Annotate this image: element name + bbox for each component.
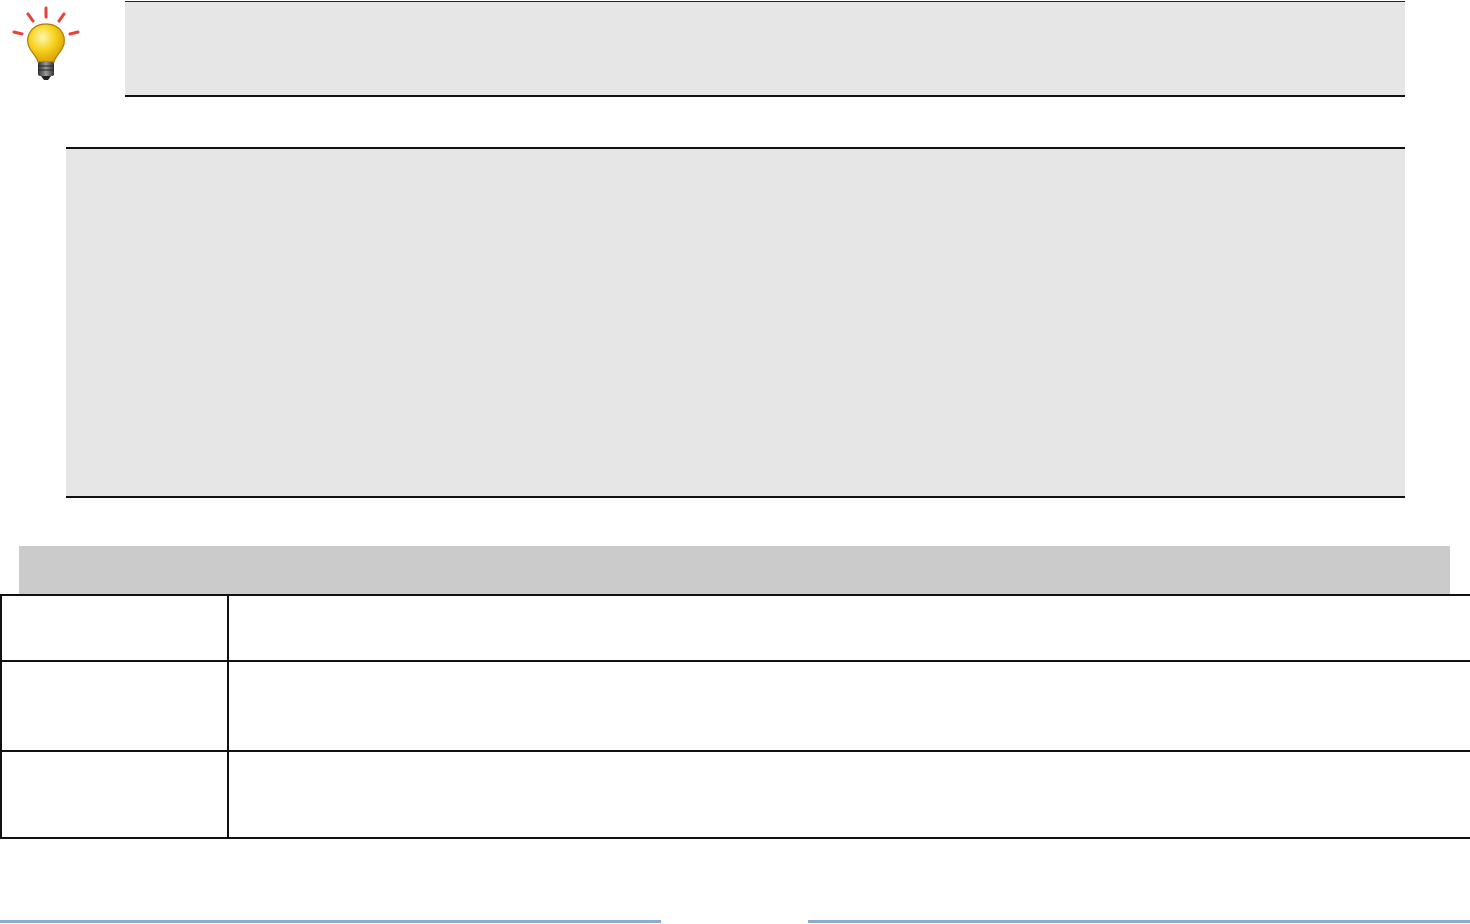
- footer-rule-left: [0, 920, 661, 923]
- note-box: [66, 147, 1405, 498]
- spec-table: [0, 594, 1470, 839]
- table-cell-value: [227, 750, 1470, 839]
- table-row: [0, 750, 1470, 839]
- table-cell-value: [227, 594, 1470, 662]
- footer-rule-right: [808, 920, 1470, 923]
- table-header: [19, 546, 1450, 595]
- tip-box: [125, 1, 1405, 97]
- table-row: [0, 660, 1470, 752]
- lightbulb-icon: [8, 4, 88, 84]
- table-row: [0, 594, 1470, 662]
- table-cell-label: [0, 594, 229, 662]
- table-cell-label: [0, 660, 229, 752]
- table-cell-value: [227, 660, 1470, 752]
- table-cell-label: [0, 750, 229, 839]
